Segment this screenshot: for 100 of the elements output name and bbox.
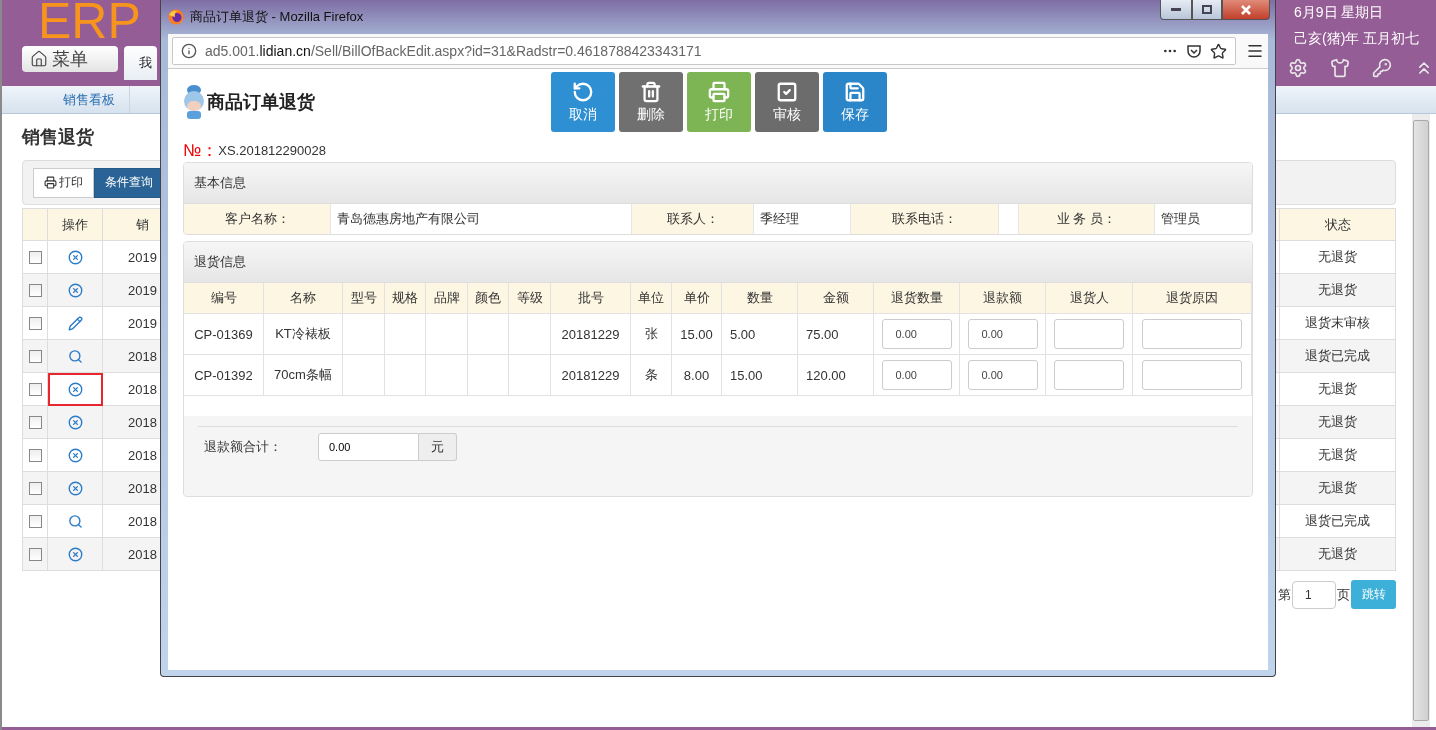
table-cell: CP-01392 [184,355,264,396]
cancel-icon[interactable] [67,282,83,298]
table-cell: 5.00 [722,314,798,355]
table-cell: 2018 [128,546,157,562]
settings-icon[interactable] [1288,58,1308,78]
checkbox[interactable] [28,547,42,561]
mascot-icon [181,84,207,120]
table-header-cell: 状态 [1280,209,1396,241]
shirt-icon[interactable] [1330,58,1350,78]
table-header-cell: 型号 [343,283,385,314]
print-button[interactable]: 打印 [33,167,94,198]
scrollbar[interactable] [1412,114,1430,727]
checkbox[interactable] [28,448,42,462]
address-bar[interactable]: ad5.001.lidian.cn/Sell/BillOfBackEdit.aspx?id=31&Radstr=0.4618788423343171 [172,37,1236,65]
info-icon[interactable] [181,43,197,59]
field-label: 联系电话： [851,204,999,234]
checkbox[interactable] [28,250,42,264]
delete-button[interactable]: 删除 [619,72,683,132]
table-cell: 2018 [128,348,157,364]
cancel-icon[interactable] [67,480,83,496]
checkbox[interactable] [28,514,42,528]
search-icon[interactable] [67,513,83,529]
table-cell [426,355,468,396]
close-button[interactable] [1222,0,1270,20]
table-cell [509,314,551,355]
table-cell: 2018 [128,513,157,529]
table-input[interactable]: 0.00 [881,319,952,349]
checkbox[interactable] [28,349,42,363]
table-cell [343,355,385,396]
cancel-icon[interactable] [67,249,83,265]
page-title: 销售退货 [22,126,94,149]
table-cell: 条 [631,355,672,396]
table-cell: 8.00 [672,355,722,396]
status-cell: 无退货 [1318,479,1357,497]
save-button[interactable]: 保存 [823,72,887,132]
table-cell: 2018 [128,381,157,397]
maximize-button[interactable] [1192,0,1222,20]
table-header-cell: 金额 [798,283,874,314]
table-header-cell: 单位 [631,283,672,314]
table-header-cell: 颜色 [468,283,509,314]
table-header-cell: 退款额 [960,283,1046,314]
table-input[interactable] [1054,319,1124,349]
key-icon[interactable] [1372,58,1392,78]
table-input[interactable] [1054,360,1124,390]
table-cell [343,314,385,355]
page-field[interactable]: 1 [1292,580,1336,609]
menu-icon[interactable] [1246,42,1264,60]
date-text: 6月9日 星期日 [1294,3,1384,22]
cancel-icon[interactable] [67,381,83,397]
table-cell: 15.00 [672,314,722,355]
table-header-cell: 等级 [509,283,551,314]
table-cell: 75.00 [798,314,874,355]
panel-title: 基本信息 [184,163,1252,204]
cancel-icon [572,80,594,103]
table-input[interactable]: 0.00 [967,360,1038,390]
table-cell [426,314,468,355]
status-cell: 退货末审核 [1305,314,1370,332]
unit-label: 元 [419,433,457,461]
table-input[interactable] [1142,319,1242,349]
minimize-icon [1171,8,1181,11]
table-header-cell: 品牌 [426,283,468,314]
cancel-icon[interactable] [67,414,83,430]
status-cell: 无退货 [1318,380,1357,398]
printer-icon [44,176,57,189]
table-input[interactable] [1142,360,1242,390]
checkbox[interactable] [28,415,42,429]
checkbox[interactable] [28,382,42,396]
form-title: 商品订单退货 [207,91,315,114]
checkbox[interactable] [28,481,42,495]
field-label: 客户名称： [184,204,331,234]
total-field[interactable]: 0.00 [318,433,419,461]
table-cell: 2019 [128,315,157,331]
tab[interactable]: 我 [124,46,157,80]
table-cell: CP-01369 [184,314,264,355]
status-cell: 无退货 [1318,248,1357,266]
search-icon[interactable] [67,348,83,364]
table-cell: 2019 [128,282,157,298]
table-input[interactable]: 0.00 [881,360,952,390]
table-header-cell: 名称 [264,283,343,314]
checkbox[interactable] [28,316,42,330]
cancel-icon[interactable] [67,546,83,562]
print-icon [708,80,730,103]
lunar-date-text: 己亥(猪)年 五月初七 [1294,29,1420,48]
table-input[interactable]: 0.00 [967,319,1038,349]
menu-button[interactable]: 菜单 [22,46,118,72]
table-header-cell: 退货人 [1046,283,1133,314]
nav-link[interactable]: 销售看板 [2,86,130,113]
pencil-icon[interactable] [67,315,83,331]
table-header-cell: 数量 [722,283,798,314]
cancel-button[interactable]: 取消 [551,72,615,132]
table-header-cell: 退货数量 [874,283,960,314]
order-number: №：XS.201812290028 [183,140,327,160]
checkbox[interactable] [28,283,42,297]
cancel-icon[interactable] [67,447,83,463]
approve-button[interactable]: 审核 [755,72,819,132]
minimize-button[interactable] [1160,0,1192,20]
approve-icon [776,80,798,103]
status-cell: 无退货 [1318,446,1357,464]
star-icon[interactable] [1210,42,1227,60]
pocket-icon[interactable] [1186,43,1202,59]
